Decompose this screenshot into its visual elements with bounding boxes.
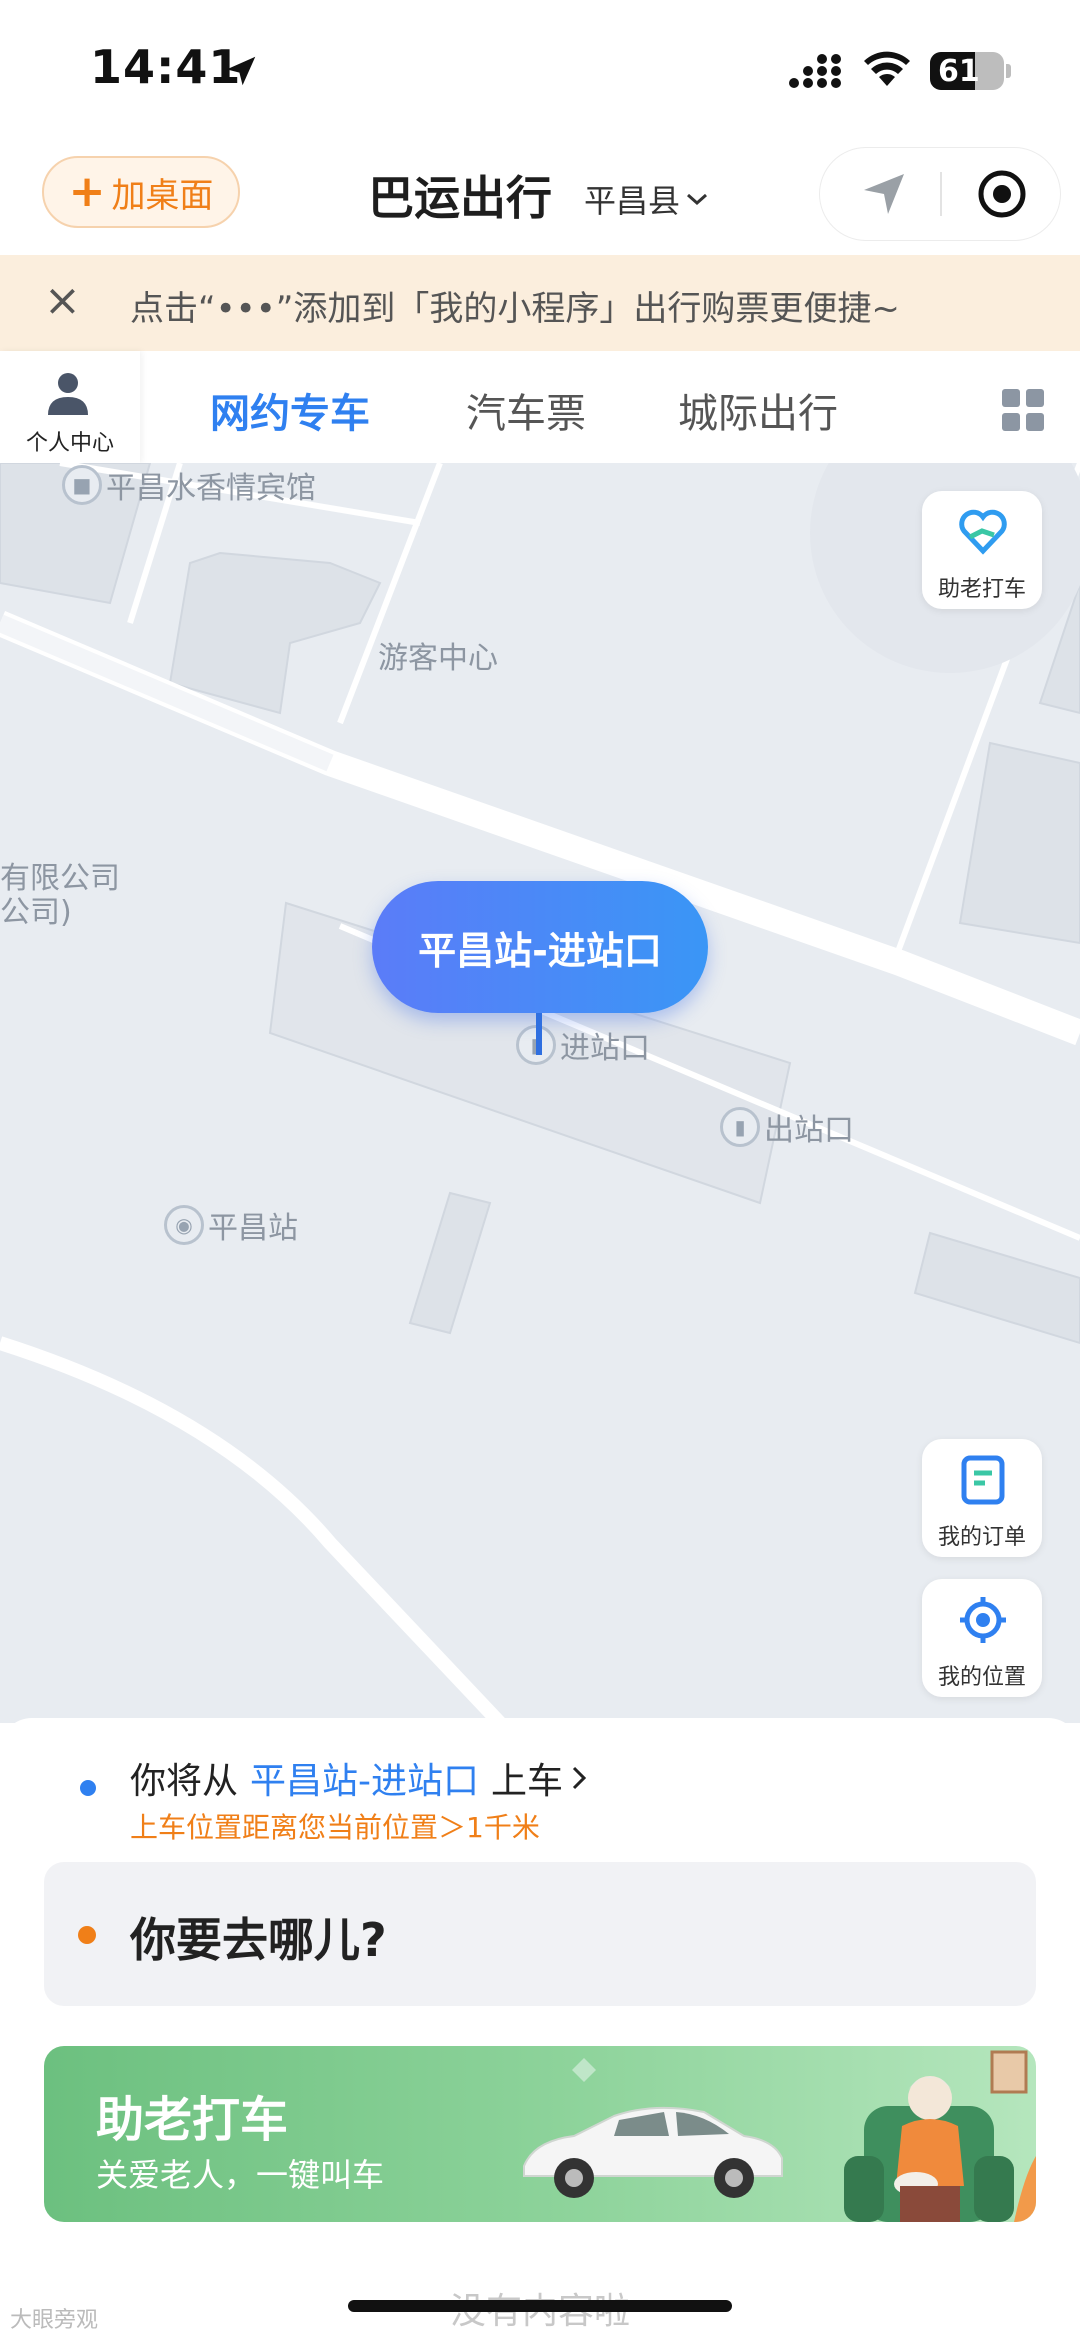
header: + 加桌面 巴运出行 平昌县	[0, 140, 1080, 255]
booking-sheet: 你将从 平昌站-进站口 上车 上车位置距离您当前位置＞1千米 你要去哪儿? 助老…	[0, 1718, 1080, 2337]
origin-dot-icon	[80, 1780, 96, 1796]
hotel-icon: ■	[62, 465, 102, 505]
watermark: 大眼旁观	[10, 2308, 99, 2333]
promo-subtitle: 关爱老人，一键叫车	[96, 2156, 385, 2194]
distance-warning: 上车位置距离您当前位置＞1千米	[130, 1811, 540, 1844]
order-list-icon	[961, 1455, 1005, 1505]
car-illustration	[523, 2106, 783, 2198]
my-orders-button[interactable]: 我的订单	[922, 1439, 1042, 1557]
pickup-point-label: 平昌站-进站口	[418, 928, 662, 973]
capsule-divider	[940, 172, 942, 216]
person-icon	[48, 373, 88, 415]
elderly-ride-button[interactable]: 助老打车	[922, 491, 1042, 609]
pickup-location-row[interactable]: 你将从 平昌站-进站口 上车	[130, 1752, 587, 1804]
elder-illustration	[844, 2076, 1014, 2222]
poi-station-label: 平昌站	[208, 1211, 298, 1246]
elderly-ride-promo-banner[interactable]: 助老打车 关爱老人，一键叫车	[44, 2046, 1036, 2222]
service-tabs: 个人中心 网约专车 汽车票 城际出行	[0, 351, 1080, 463]
chevron-down-icon	[687, 193, 708, 206]
battery-icon: 61	[930, 52, 1004, 90]
region-selector[interactable]: 平昌县	[584, 176, 708, 222]
train-station-icon: ◉	[164, 1205, 204, 1245]
battery-level: 61	[938, 54, 980, 89]
my-location-label: 我的位置	[937, 1665, 1026, 1690]
tab-intercity[interactable]: 城际出行	[678, 381, 838, 439]
target-icon[interactable]	[976, 168, 1028, 220]
elderly-ride-label: 助老打车	[937, 577, 1026, 602]
status-time: 14:41	[90, 40, 242, 94]
from-suffix: 上车	[491, 1761, 564, 1802]
tab-bus-ticket[interactable]: 汽车票	[466, 381, 586, 439]
poi-hotel[interactable]: ■ 平昌水香情宾馆	[62, 463, 316, 507]
navigation-arrow-icon[interactable]	[858, 168, 910, 220]
promo-illustration	[523, 2050, 1036, 2222]
map-background	[0, 463, 1080, 1723]
grid-menu-icon[interactable]	[1002, 389, 1044, 431]
from-station: 平昌站-进站口	[250, 1761, 480, 1802]
gate-icon: ▮	[720, 1107, 760, 1147]
poi-entrance-label: 进站口	[560, 1031, 650, 1066]
my-orders-label: 我的订单	[937, 1525, 1026, 1550]
poi-station[interactable]: ◉ 平昌站	[164, 1203, 298, 1247]
destination-input[interactable]: 你要去哪儿?	[44, 1862, 1036, 2006]
add-to-my-miniprogram-banner: × 点击“•••”添加到「我的小程序」出行购票更便捷~	[0, 255, 1080, 351]
location-arrow-icon	[226, 56, 256, 86]
my-location-button[interactable]: 我的位置	[922, 1579, 1042, 1697]
plus-icon: +	[68, 166, 106, 217]
close-icon[interactable]: ×	[44, 279, 84, 323]
destination-dot-icon	[78, 1926, 96, 1944]
page-title: 巴运出行	[368, 171, 552, 225]
personal-center-label: 个人中心	[25, 431, 114, 456]
region-label: 平昌县	[584, 182, 681, 220]
poi-visitor-center[interactable]: 游客中心	[378, 633, 498, 677]
mini-program-capsule	[820, 148, 1060, 240]
wifi-icon	[864, 51, 910, 86]
add-to-desktop-button[interactable]: + 加桌面	[42, 156, 240, 228]
poi-hotel-label: 平昌水香情宾馆	[106, 471, 316, 506]
add-to-desktop-label: 加桌面	[111, 175, 214, 216]
destination-placeholder: 你要去哪儿?	[130, 1913, 387, 1967]
promo-title: 助老打车	[96, 2092, 289, 2148]
poi-exit-label: 出站口	[764, 1113, 854, 1148]
poi-company-line2: 公司)	[0, 895, 72, 930]
map-view[interactable]: ■ 平昌水香情宾馆 游客中心 有限公司 公司) ▮ 进站口 ▮ 出站口 ◉ 平昌…	[0, 463, 1080, 1723]
pickup-pin-stem	[536, 1013, 542, 1055]
from-prefix: 你将从	[130, 1761, 239, 1802]
chevron-right-icon	[572, 1766, 587, 1790]
home-indicator[interactable]	[348, 2300, 732, 2312]
heart-hand-icon	[959, 509, 1007, 555]
pickup-point-bubble[interactable]: 平昌站-进站口	[372, 881, 708, 1013]
status-bar: 14:41 61	[0, 0, 1080, 140]
poi-exit[interactable]: ▮ 出站口	[720, 1105, 854, 1149]
banner-text: 点击“•••”添加到「我的小程序」出行购票更便捷~	[130, 289, 900, 329]
tab-ride-hailing[interactable]: 网约专车	[210, 381, 370, 439]
battery-tip	[1006, 64, 1011, 78]
cellular-signal-icon	[789, 54, 841, 88]
crosshair-icon	[960, 1597, 1006, 1643]
personal-center-button[interactable]: 个人中心	[0, 351, 140, 463]
